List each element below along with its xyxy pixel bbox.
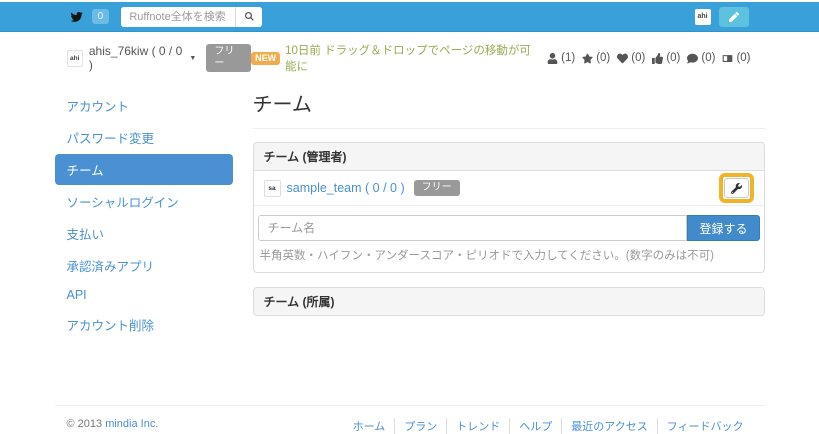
main-content: チーム チーム (管理者) sa sample_team ( 0 / 0 ) フ… — [253, 86, 765, 341]
sidebar-item-account[interactable]: アカウント — [55, 90, 233, 121]
user-icon — [547, 53, 558, 64]
team-row: sa sample_team ( 0 / 0 ) フリー — [254, 171, 764, 206]
team-name-input[interactable] — [258, 215, 688, 241]
sidebar-item-social-login[interactable]: ソーシャルログイン — [55, 186, 233, 217]
copyright: © 2013 mindia Inc. — [55, 418, 159, 434]
members-count: (1) — [561, 52, 575, 64]
team-plan-badge: フリー — [414, 180, 460, 196]
user-avatar[interactable]: ahi — [67, 50, 83, 67]
news-new-badge: NEW — [251, 52, 280, 65]
copyright-text: © 2013 — [67, 418, 103, 430]
team-avatar: sa — [264, 180, 281, 197]
footer-links: ホーム プラン トレンド ヘルプ 最近のアクセス フィードバック — [344, 418, 753, 434]
compose-button[interactable] — [719, 7, 749, 27]
admin-panel-header: チーム (管理者) — [254, 143, 764, 171]
comments-count: (0) — [701, 52, 715, 64]
search-button[interactable] — [235, 7, 262, 27]
footer-link-plan[interactable]: プラン — [394, 418, 446, 434]
stars-count: (0) — [596, 52, 610, 64]
member-panel-header: チーム (所属) — [254, 288, 764, 315]
news-link[interactable]: 10日前 ドラッグ＆ドロップでページの移動が可能に — [285, 42, 532, 74]
footer-link-trend[interactable]: トレンド — [446, 418, 509, 434]
sidebar-item-payment[interactable]: 支払い — [55, 218, 233, 249]
team-link[interactable]: sample_team ( 0 / 0 ) — [287, 181, 405, 195]
hearts-stat[interactable]: (0) — [617, 52, 645, 64]
feed-icon — [722, 53, 733, 64]
pencil-icon — [729, 12, 739, 22]
bird-logo-icon[interactable] — [67, 9, 86, 25]
footer-link-feedback[interactable]: フィードバック — [657, 418, 753, 434]
settings-sidebar: アカウント パスワード変更 チーム ソーシャルログイン 支払い 承認済みアプリ … — [55, 86, 233, 341]
username-dropdown[interactable]: ahis_76kiw ( 0 / 0 ) — [89, 44, 186, 72]
star-icon — [582, 53, 593, 64]
global-search — [121, 7, 262, 27]
sidebar-item-approved-apps[interactable]: 承認済みアプリ — [55, 250, 233, 281]
wrench-icon — [731, 183, 742, 194]
footer-link-help[interactable]: ヘルプ — [509, 418, 561, 434]
caret-down-icon: ▼ — [189, 55, 196, 62]
footer-link-recent-access[interactable]: 最近のアクセス — [561, 418, 656, 434]
comments-stat[interactable]: (0) — [687, 52, 715, 64]
members-stat[interactable]: (1) — [547, 52, 575, 64]
sidebar-item-api[interactable]: API — [55, 282, 233, 308]
feeds-count: (0) — [736, 52, 750, 64]
navbar-avatar[interactable]: ahi — [695, 9, 711, 25]
team-name-help: 半角英数・ハイフン・アンダースコア・ピリオドで入力してください。(数字のみは不可… — [254, 241, 764, 272]
register-button[interactable]: 登録する — [687, 215, 759, 241]
heart-icon — [617, 53, 628, 64]
page-title: チーム — [253, 88, 765, 129]
thumbs-up-icon — [652, 53, 663, 64]
search-icon — [244, 11, 255, 22]
footer-link-home[interactable]: ホーム — [344, 418, 395, 434]
sidebar-item-team[interactable]: チーム — [55, 154, 233, 185]
hearts-count: (0) — [631, 52, 645, 64]
footer: © 2013 mindia Inc. ホーム プラン トレンド ヘルプ 最近のア… — [55, 405, 765, 434]
sidebar-item-password-change[interactable]: パスワード変更 — [55, 122, 233, 153]
user-bar: ahi ahis_76kiw ( 0 / 0 ) ▼ フリー NEW 10日前 … — [55, 32, 765, 80]
wrench-highlight-annotation — [719, 173, 754, 203]
company-link[interactable]: mindia Inc. — [105, 418, 158, 430]
top-navbar: 0 ahi — [0, 2, 819, 32]
search-input[interactable] — [121, 7, 235, 27]
admin-team-panel: チーム (管理者) sa sample_team ( 0 / 0 ) フリー — [253, 142, 765, 273]
likes-count: (0) — [666, 52, 680, 64]
page: 0 ahi ahi ahis_76kiw ( 0 / 0 ) ▼ フリー NEW… — [0, 2, 819, 403]
notification-count-badge[interactable]: 0 — [92, 9, 110, 24]
stars-stat[interactable]: (0) — [582, 52, 610, 64]
sidebar-item-account-delete[interactable]: アカウント削除 — [55, 309, 233, 340]
team-settings-button[interactable] — [724, 178, 749, 198]
comment-icon — [687, 53, 698, 64]
create-team-form: 登録する — [254, 206, 764, 241]
user-plan-badge: フリー — [206, 44, 251, 72]
member-team-panel: チーム (所属) — [253, 287, 765, 316]
feeds-stat[interactable]: (0) — [722, 52, 750, 64]
likes-stat[interactable]: (0) — [652, 52, 680, 64]
